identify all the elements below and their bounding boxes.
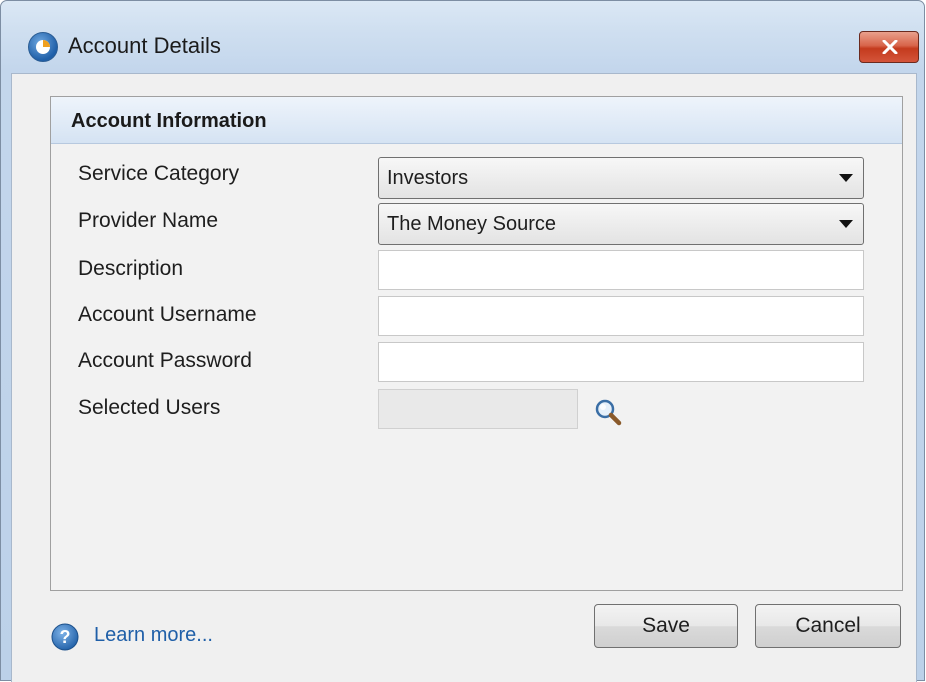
description-field[interactable] <box>378 250 864 290</box>
service-category-select[interactable]: Investors <box>378 157 864 199</box>
group-title: Account Information <box>71 110 267 132</box>
account-password-input[interactable] <box>379 343 863 381</box>
chevron-down-icon <box>839 174 853 182</box>
help-button[interactable]: ? <box>50 622 80 652</box>
provider-name-label: Provider Name <box>78 209 219 232</box>
account-username-field[interactable] <box>378 296 864 336</box>
service-category-label: Service Category <box>78 162 240 185</box>
description-label: Description <box>78 257 184 280</box>
cancel-button[interactable]: Cancel <box>755 604 901 648</box>
close-button[interactable] <box>859 31 919 63</box>
account-password-label: Account Password <box>78 349 252 372</box>
dialog-body: Account Information Service Category Inv… <box>11 73 917 682</box>
account-password-field[interactable] <box>378 342 864 382</box>
provider-name-value: The Money Source <box>387 213 556 235</box>
app-logo-icon <box>28 32 58 62</box>
account-username-label: Account Username <box>78 303 257 326</box>
save-button[interactable]: Save <box>594 604 738 648</box>
magnifier-icon <box>595 399 622 426</box>
group-header: Account Information <box>51 97 902 144</box>
description-input[interactable] <box>379 251 863 289</box>
account-information-group: Account Information Service Category Inv… <box>50 96 903 591</box>
close-x-icon <box>882 40 898 54</box>
select-users-button[interactable] <box>593 397 623 427</box>
title-bar[interactable]: Account Details <box>1 1 924 71</box>
provider-name-select[interactable]: The Money Source <box>378 203 864 245</box>
account-username-input[interactable] <box>379 297 863 335</box>
selected-users-field <box>378 389 578 429</box>
selected-users-label: Selected Users <box>78 396 221 419</box>
help-icon: ? <box>51 623 79 651</box>
window-title: Account Details <box>68 33 221 58</box>
service-category-value: Investors <box>387 167 469 189</box>
chevron-down-icon <box>839 220 853 228</box>
learn-more-link[interactable]: Learn more... <box>94 624 213 647</box>
svg-text:?: ? <box>60 627 71 647</box>
account-details-window: Account Details Account Information Serv… <box>0 0 925 682</box>
